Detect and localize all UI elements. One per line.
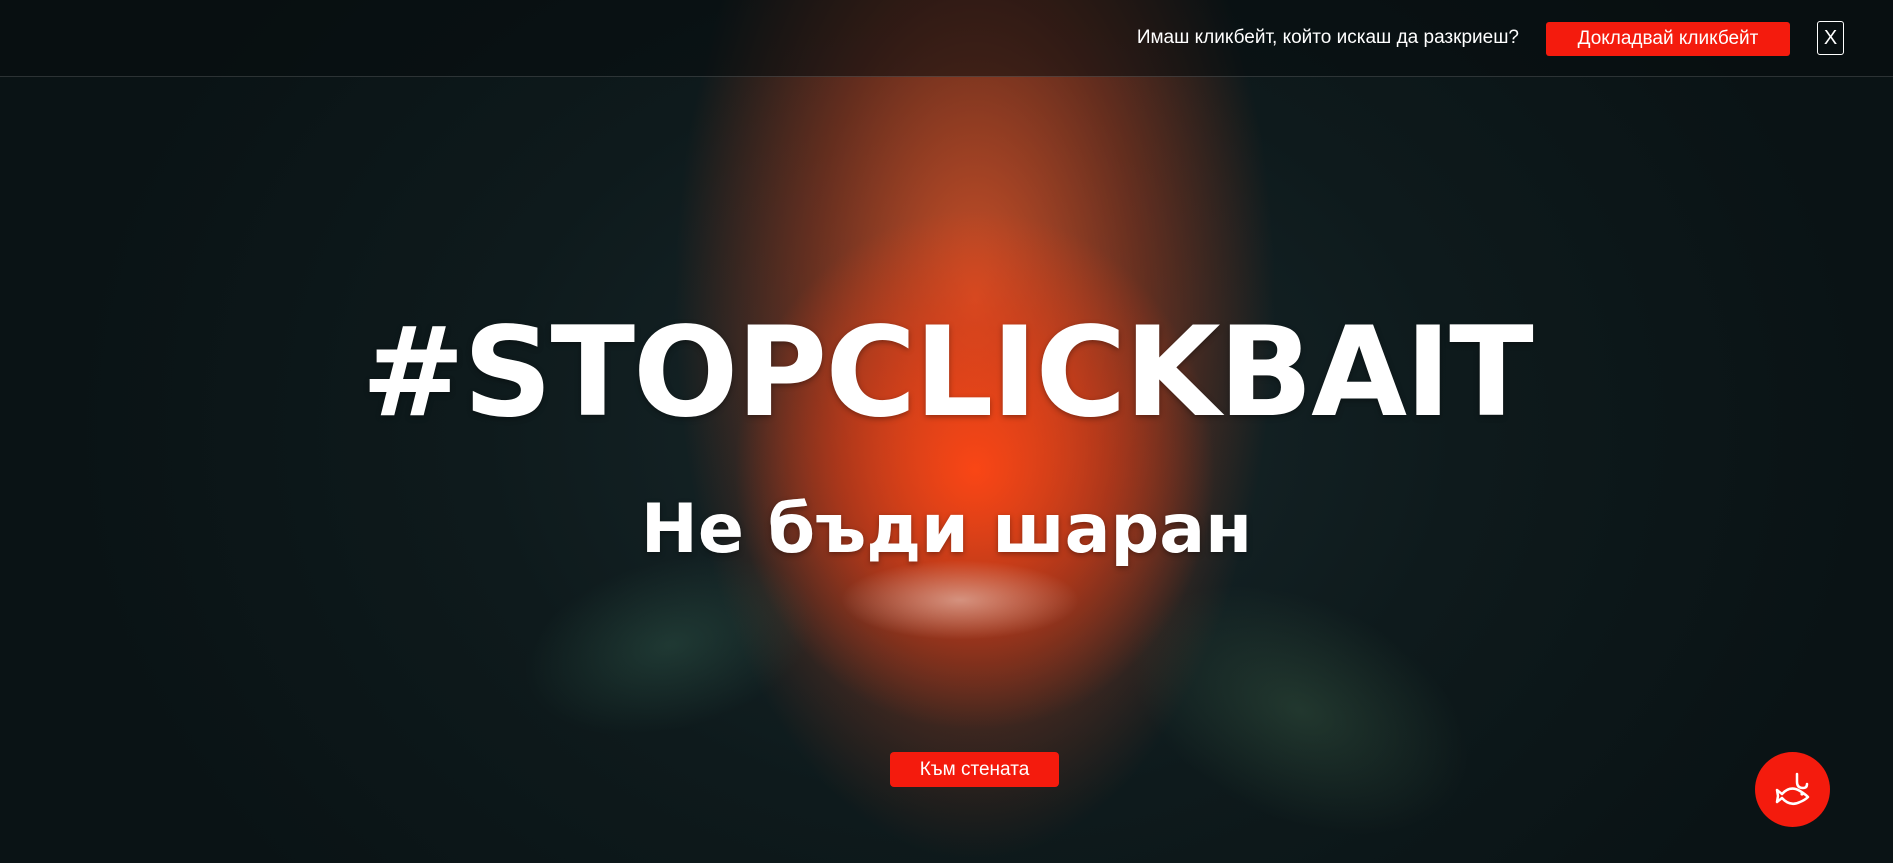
to-the-wall-button[interactable]: Към стената: [890, 752, 1059, 787]
background-fish-fin-right: [1090, 534, 1510, 863]
page-title: #STOPCLICKBAIT: [361, 301, 1534, 445]
fish-hook-icon: [1771, 768, 1815, 812]
report-clickbait-button[interactable]: Докладвай кликбейт: [1546, 22, 1790, 56]
top-bar: Имаш кликбейт, който искаш да разкриеш? …: [0, 0, 1893, 77]
page-subtitle: Не бъди шаран: [640, 490, 1253, 569]
background-fish-mouth: [840, 560, 1080, 640]
hero-section: Имаш кликбейт, който искаш да разкриеш? …: [0, 0, 1893, 863]
close-top-bar-button[interactable]: X: [1817, 21, 1844, 55]
report-prompt-text: Имаш кликбейт, който искаш да разкриеш?: [1136, 27, 1519, 48]
fish-hook-fab-button[interactable]: [1755, 752, 1830, 827]
